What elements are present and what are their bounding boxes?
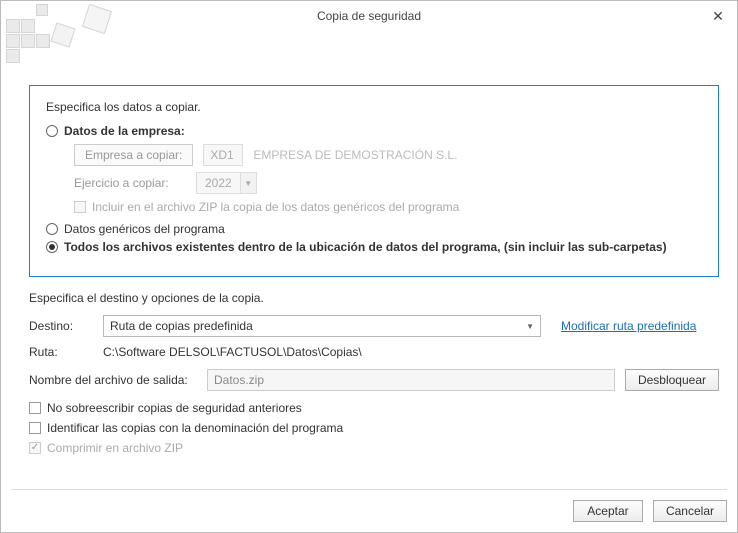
- year-label: Ejercicio a copiar:: [74, 176, 186, 190]
- checkbox-include-generic-label: Incluir en el archivo ZIP la copia de lo…: [92, 200, 459, 214]
- radio-generic-data[interactable]: Datos genéricos del programa: [46, 222, 702, 236]
- company-to-copy-button: Empresa a copiar:: [74, 144, 193, 166]
- modify-path-link[interactable]: Modificar ruta predefinida: [561, 319, 696, 333]
- chevron-down-icon: ▼: [241, 172, 257, 194]
- checkbox-no-overwrite-row[interactable]: No sobreescribir copias de seguridad ant…: [29, 401, 719, 415]
- checkbox-identify-row[interactable]: Identificar las copias con la denominaci…: [29, 421, 719, 435]
- radio-all-files-label: Todos los archivos existentes dentro de …: [64, 240, 667, 254]
- accept-button[interactable]: Aceptar: [573, 500, 643, 522]
- checkbox-identify-label: Identificar las copias con la denominaci…: [47, 421, 343, 435]
- checkbox-include-generic: [74, 201, 86, 213]
- checkbox-compress-label: Comprimir en archivo ZIP: [47, 441, 183, 455]
- output-filename-label: Nombre del archivo de salida:: [29, 373, 197, 387]
- chevron-down-icon: ▼: [526, 322, 534, 331]
- year-value: 2022: [196, 172, 241, 194]
- company-code-field: XD1: [203, 144, 243, 166]
- radio-company-label: Datos de la empresa:: [64, 124, 185, 138]
- path-value: C:\Software DELSOL\FACTUSOL\Datos\Copias…: [103, 345, 362, 359]
- section1-heading: Especifica los datos a copiar.: [46, 100, 702, 114]
- checkbox-no-overwrite[interactable]: [29, 402, 41, 414]
- source-data-groupbox: Especifica los datos a copiar. Datos de …: [29, 85, 719, 277]
- radio-company-data[interactable]: Datos de la empresa:: [46, 124, 702, 138]
- section2-heading: Especifica el destino y opciones de la c…: [29, 291, 719, 305]
- destination-label: Destino:: [29, 319, 93, 333]
- checkbox-compress: [29, 442, 41, 454]
- radio-all-files[interactable]: Todos los archivos existentes dentro de …: [46, 240, 702, 254]
- radio-generic-label: Datos genéricos del programa: [64, 222, 225, 236]
- decorative-squares: [5, 5, 115, 85]
- window-title: Copia de seguridad: [317, 9, 421, 23]
- close-icon[interactable]: ✕: [709, 7, 727, 25]
- checkbox-no-overwrite-label: No sobreescribir copias de seguridad ant…: [47, 401, 302, 415]
- destination-value: Ruta de copias predefinida: [110, 319, 253, 333]
- checkbox-compress-row: Comprimir en archivo ZIP: [29, 441, 719, 455]
- radio-icon: [46, 223, 58, 235]
- path-label: Ruta:: [29, 345, 93, 359]
- year-select: 2022 ▼: [196, 172, 257, 194]
- destination-dropdown[interactable]: Ruta de copias predefinida ▼: [103, 315, 541, 337]
- unlock-button[interactable]: Desbloquear: [625, 369, 719, 391]
- cancel-button[interactable]: Cancelar: [653, 500, 727, 522]
- company-name-text: EMPRESA DE DEMOSTRACIÓN S.L.: [253, 148, 457, 162]
- checkbox-identify[interactable]: [29, 422, 41, 434]
- output-filename-field: Datos.zip: [207, 369, 615, 391]
- radio-icon: [46, 125, 58, 137]
- radio-icon: [46, 241, 58, 253]
